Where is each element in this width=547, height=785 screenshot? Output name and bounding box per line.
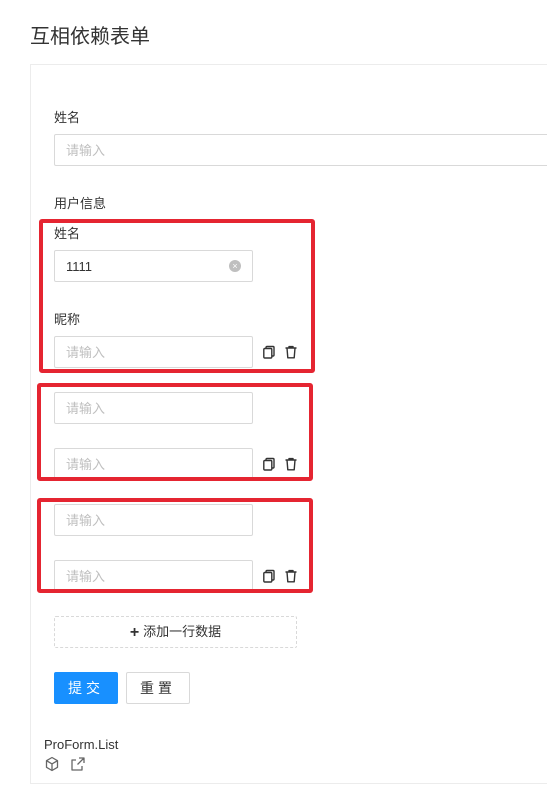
page-title: 互相依赖表单 — [30, 26, 150, 48]
row-actions — [262, 345, 298, 359]
row-nickname-input[interactable] — [54, 336, 253, 368]
delete-icon[interactable] — [284, 457, 298, 471]
add-row-label: 添加一行数据 — [143, 624, 222, 639]
delete-icon[interactable] — [284, 345, 298, 359]
demo-title: ProForm.List — [44, 737, 119, 752]
copy-icon[interactable] — [262, 569, 276, 583]
user-info-label: 用户信息 — [54, 196, 107, 211]
row-name-input[interactable] — [54, 250, 253, 282]
name-input[interactable] — [54, 134, 547, 166]
add-row-button[interactable]: + 添加一行数据 — [54, 616, 297, 648]
demo-actions — [44, 756, 86, 772]
row-nickname-input[interactable] — [54, 448, 253, 480]
row-actions — [262, 569, 298, 583]
plus-icon: + — [129, 624, 140, 641]
row-actions — [262, 457, 298, 471]
copy-icon[interactable] — [262, 457, 276, 471]
row-name-label: 姓名 — [54, 226, 81, 241]
close-circle-icon[interactable]: × — [229, 260, 241, 272]
row-nickname-label: 昵称 — [54, 312, 81, 327]
name-label: 姓名 — [54, 110, 81, 125]
reset-button[interactable]: 重置 — [126, 672, 190, 704]
row-nickname-input[interactable] — [54, 560, 253, 592]
copy-icon[interactable] — [262, 345, 276, 359]
submit-button[interactable]: 提交 — [54, 672, 118, 704]
row-name-input[interactable] — [54, 504, 253, 536]
external-link-icon[interactable] — [70, 756, 86, 772]
row-name-input[interactable] — [54, 392, 253, 424]
codesandbox-icon[interactable] — [44, 756, 60, 772]
delete-icon[interactable] — [284, 569, 298, 583]
